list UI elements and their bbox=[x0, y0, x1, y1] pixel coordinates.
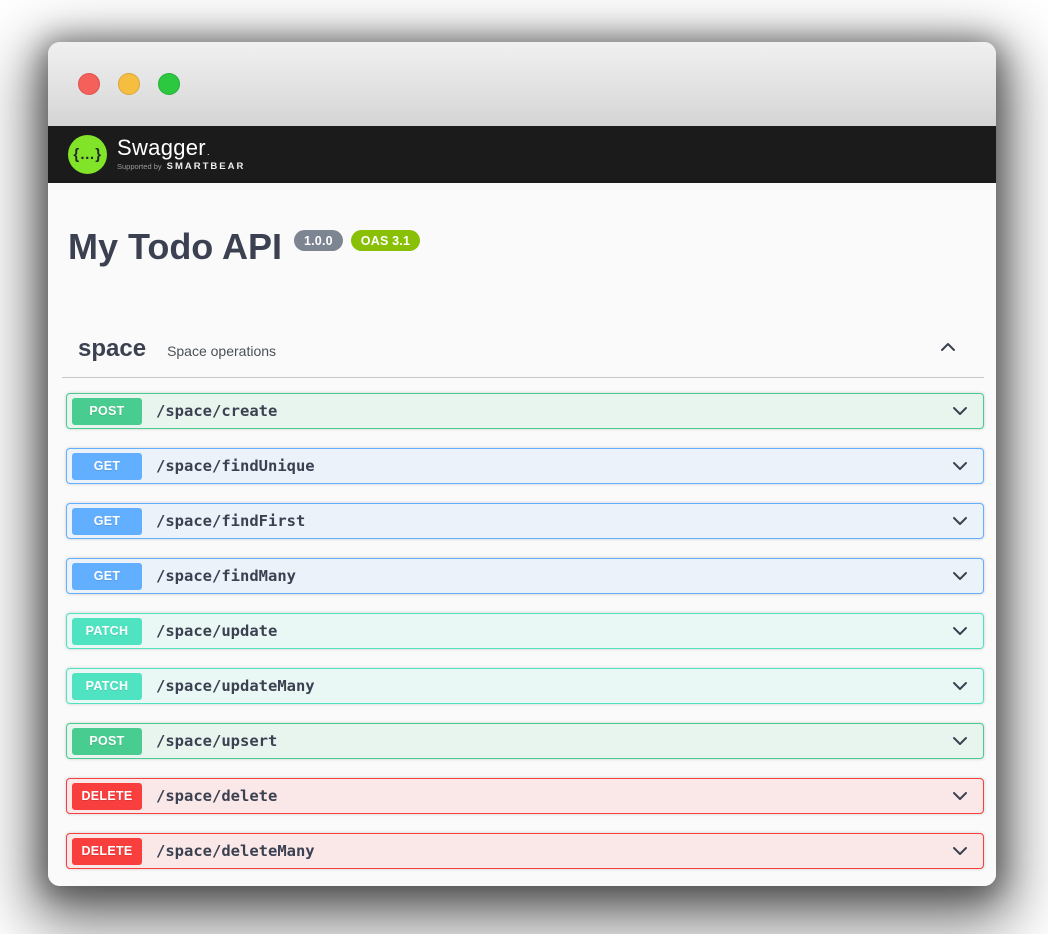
tag-name: space bbox=[78, 335, 146, 363]
operations-list: POST /space/create GET /space/findUnique bbox=[62, 393, 984, 869]
chevron-down-icon bbox=[950, 731, 970, 751]
chevron-up-icon bbox=[938, 337, 958, 357]
desktop-background: {…} Swagger. Supported by SMARTBEAR My T… bbox=[0, 0, 1048, 934]
operation-row-space-findunique[interactable]: GET /space/findUnique bbox=[66, 448, 984, 484]
smartbear-brand: SMARTBEAR bbox=[167, 162, 246, 172]
method-badge: PATCH bbox=[72, 673, 142, 700]
operation-path: /space/findMany bbox=[156, 567, 296, 585]
traffic-lights bbox=[78, 73, 180, 95]
expand-operation-button[interactable] bbox=[949, 400, 971, 422]
swagger-logo-icon: {…} bbox=[68, 135, 107, 174]
swagger-wordmark: Swagger. bbox=[117, 137, 245, 159]
api-title-row: My Todo API 1.0.0 OAS 3.1 bbox=[68, 183, 976, 267]
tag-section-space: space Space operations POST /space/creat… bbox=[62, 323, 984, 869]
method-badge: DELETE bbox=[72, 783, 142, 810]
operation-path: /space/update bbox=[156, 622, 277, 640]
method-badge: PATCH bbox=[72, 618, 142, 645]
expand-operation-button[interactable] bbox=[949, 455, 971, 477]
chevron-down-icon bbox=[950, 676, 970, 696]
operation-row-space-deletemany[interactable]: DELETE /space/deleteMany bbox=[66, 833, 984, 869]
chevron-down-icon bbox=[950, 511, 970, 531]
close-button[interactable] bbox=[78, 73, 100, 95]
chevron-down-icon bbox=[950, 566, 970, 586]
minimize-button[interactable] bbox=[118, 73, 140, 95]
supported-by-line: Supported by SMARTBEAR bbox=[117, 162, 245, 172]
operation-row-space-delete[interactable]: DELETE /space/delete bbox=[66, 778, 984, 814]
operation-path: /space/findUnique bbox=[156, 457, 315, 475]
operation-path: /space/updateMany bbox=[156, 677, 315, 695]
swagger-wordmark-block: Swagger. Supported by SMARTBEAR bbox=[117, 137, 245, 172]
chevron-down-icon bbox=[950, 786, 970, 806]
method-badge: GET bbox=[72, 508, 142, 535]
version-badge: 1.0.0 bbox=[294, 230, 343, 251]
method-badge: GET bbox=[72, 563, 142, 590]
app-window: {…} Swagger. Supported by SMARTBEAR My T… bbox=[48, 42, 996, 886]
operation-row-space-upsert[interactable]: POST /space/upsert bbox=[66, 723, 984, 759]
operation-row-space-update[interactable]: PATCH /space/update bbox=[66, 613, 984, 649]
method-badge: POST bbox=[72, 728, 142, 755]
swagger-logo[interactable]: {…} Swagger. Supported by SMARTBEAR bbox=[68, 135, 245, 174]
api-docs-content: My Todo API 1.0.0 OAS 3.1 space Space op… bbox=[48, 183, 996, 886]
operation-row-space-updatemany[interactable]: PATCH /space/updateMany bbox=[66, 668, 984, 704]
chevron-down-icon bbox=[950, 456, 970, 476]
expand-operation-button[interactable] bbox=[949, 565, 971, 587]
operation-row-space-create[interactable]: POST /space/create bbox=[66, 393, 984, 429]
tag-description: Space operations bbox=[167, 343, 276, 359]
operation-row-space-findfirst[interactable]: GET /space/findFirst bbox=[66, 503, 984, 539]
expand-operation-button[interactable] bbox=[949, 510, 971, 532]
swagger-topbar: {…} Swagger. Supported by SMARTBEAR bbox=[48, 126, 996, 183]
operation-path: /space/create bbox=[156, 402, 277, 420]
collapse-section-button[interactable] bbox=[938, 337, 958, 357]
zoom-button[interactable] bbox=[158, 73, 180, 95]
api-title: My Todo API bbox=[68, 227, 282, 267]
expand-operation-button[interactable] bbox=[949, 785, 971, 807]
method-badge: GET bbox=[72, 453, 142, 480]
logo-braces-glyph: {…} bbox=[73, 146, 101, 163]
method-badge: POST bbox=[72, 398, 142, 425]
operation-path: /space/findFirst bbox=[156, 512, 305, 530]
chevron-down-icon bbox=[950, 621, 970, 641]
chevron-down-icon bbox=[950, 401, 970, 421]
expand-operation-button[interactable] bbox=[949, 730, 971, 752]
operation-path: /space/deleteMany bbox=[156, 842, 315, 860]
trademark-dot: . bbox=[207, 147, 210, 157]
expand-operation-button[interactable] bbox=[949, 840, 971, 862]
chevron-down-icon bbox=[950, 841, 970, 861]
operation-row-space-findmany[interactable]: GET /space/findMany bbox=[66, 558, 984, 594]
window-titlebar[interactable] bbox=[48, 42, 996, 126]
operation-path: /space/delete bbox=[156, 787, 277, 805]
expand-operation-button[interactable] bbox=[949, 675, 971, 697]
oas-badge: OAS 3.1 bbox=[351, 230, 420, 251]
operation-path: /space/upsert bbox=[156, 732, 277, 750]
supported-by-label: Supported by bbox=[117, 163, 162, 171]
method-badge: DELETE bbox=[72, 838, 142, 865]
tag-header-space[interactable]: space Space operations bbox=[62, 323, 984, 378]
expand-operation-button[interactable] bbox=[949, 620, 971, 642]
